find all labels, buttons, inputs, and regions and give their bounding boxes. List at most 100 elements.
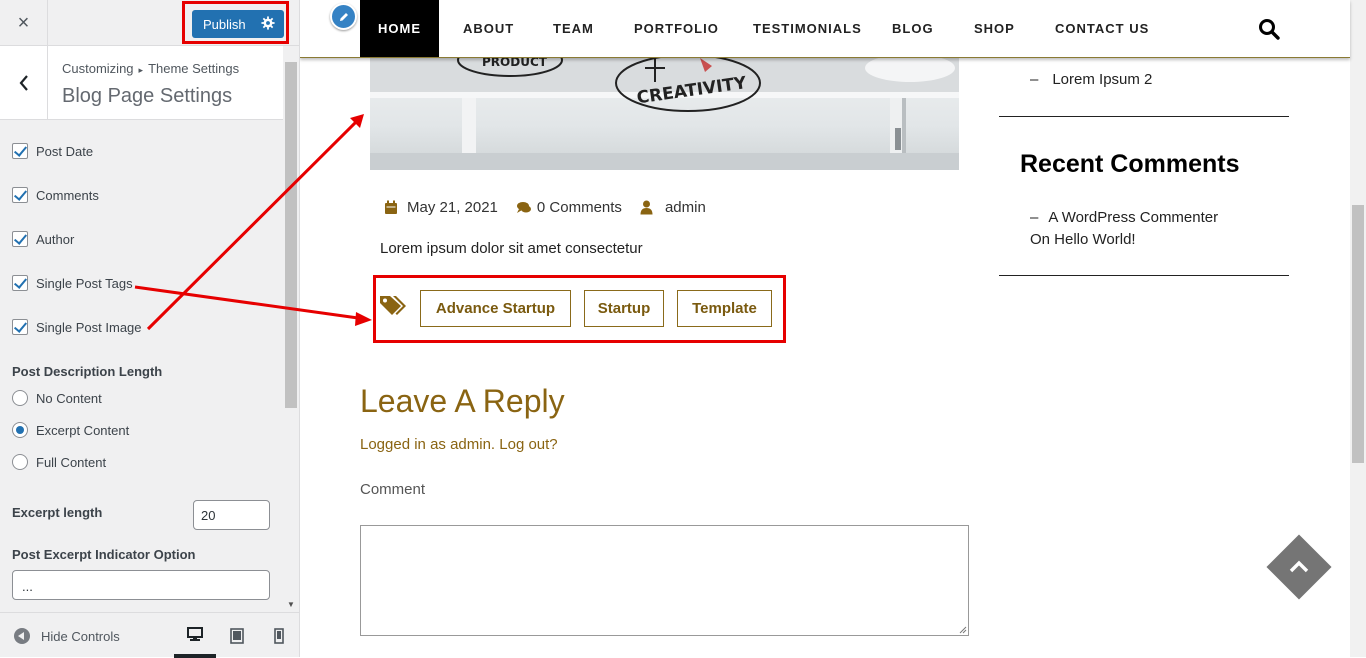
desktop-preview-button[interactable] bbox=[174, 613, 216, 658]
recent-comment-author-link[interactable]: A WordPress Commenter bbox=[1048, 209, 1218, 226]
post-meta: May 21, 2021 0 Comments admin bbox=[384, 199, 706, 216]
list-bullet: – bbox=[1030, 209, 1039, 226]
no-content-option[interactable]: No Content bbox=[12, 390, 102, 406]
preview-scroll-thumb[interactable] bbox=[1352, 205, 1364, 463]
widget-divider bbox=[999, 116, 1289, 117]
featured-image-illustration: PRODUCT CREATIVITY bbox=[370, 58, 959, 170]
post-author-link[interactable]: admin bbox=[665, 199, 706, 216]
full-content-option[interactable]: Full Content bbox=[12, 454, 106, 470]
post-tags-highlight-box: Advance Startup Startup Template bbox=[373, 275, 786, 343]
comments-checkbox[interactable] bbox=[12, 187, 28, 203]
preview-scrollbar[interactable] bbox=[1350, 0, 1366, 657]
full-content-label: Full Content bbox=[36, 454, 107, 470]
excerpt-content-radio[interactable] bbox=[12, 422, 28, 438]
single-post-tags-checkbox[interactable] bbox=[12, 275, 28, 291]
customizer-footer: Hide Controls bbox=[0, 612, 300, 658]
nav-about[interactable]: ABOUT bbox=[463, 0, 514, 57]
tablet-preview-button[interactable] bbox=[216, 613, 258, 658]
tablet-icon bbox=[230, 627, 244, 644]
gear-icon[interactable] bbox=[261, 16, 275, 30]
hide-controls-button[interactable]: Hide Controls bbox=[14, 628, 120, 644]
post-date-checkbox[interactable] bbox=[12, 143, 28, 159]
search-icon[interactable] bbox=[1258, 18, 1280, 40]
breadcrumb-parent: Theme Settings bbox=[148, 61, 240, 76]
hero-word-product: PRODUCT bbox=[482, 58, 548, 69]
comments-icon bbox=[516, 202, 531, 213]
hide-controls-label: Hide Controls bbox=[41, 628, 120, 644]
chevron-up-icon[interactable] bbox=[1285, 553, 1313, 581]
post-description-length-label: Post Description Length bbox=[12, 364, 163, 379]
single-post-tags-option[interactable]: Single Post Tags bbox=[12, 275, 133, 291]
comment-textarea[interactable] bbox=[360, 525, 969, 636]
no-content-label: No Content bbox=[36, 390, 102, 406]
nav-portfolio[interactable]: PORTFOLIO bbox=[634, 0, 719, 57]
calendar-icon bbox=[385, 200, 397, 214]
author-checkbox[interactable] bbox=[12, 231, 28, 247]
excerpt-length-label: Excerpt length bbox=[12, 505, 103, 520]
post-date-option[interactable]: Post Date bbox=[12, 143, 93, 159]
tag-advance-startup[interactable]: Advance Startup bbox=[420, 290, 571, 327]
tag-template[interactable]: Template bbox=[677, 290, 772, 327]
nav-team[interactable]: TEAM bbox=[553, 0, 594, 57]
excerpt-content-label: Excerpt Content bbox=[36, 422, 130, 438]
single-post-image-option[interactable]: Single Post Image bbox=[12, 319, 142, 335]
edit-shortcut-button[interactable] bbox=[330, 3, 357, 30]
nav-home[interactable]: HOME bbox=[360, 0, 439, 57]
nav-shop[interactable]: SHOP bbox=[974, 0, 1015, 57]
section-header: Customizing ▸ Theme Settings Blog Page Set… bbox=[0, 46, 283, 120]
post-comments-link[interactable]: 0 Comments bbox=[537, 199, 622, 216]
breadcrumb-root: Customizing bbox=[62, 61, 134, 76]
widget-list-item-label: Lorem Ipsum 2 bbox=[1052, 71, 1153, 88]
collapse-icon bbox=[14, 628, 30, 644]
comments-option[interactable]: Comments bbox=[12, 187, 99, 203]
main-navigation: HOME ABOUT TEAM PORTFOLIO TESTIMONIALS B… bbox=[300, 0, 1350, 58]
recent-comments-title: Recent Comments bbox=[1020, 150, 1240, 178]
nav-blog[interactable]: BLOG bbox=[892, 0, 934, 57]
recent-comment-target: On Hello World! bbox=[1030, 231, 1136, 248]
pencil-icon bbox=[339, 12, 348, 21]
nav-contact-us[interactable]: CONTACT US bbox=[1055, 0, 1149, 57]
user-icon bbox=[640, 200, 653, 215]
sidebar-scroll-thumb[interactable] bbox=[285, 62, 297, 408]
desktop-icon bbox=[187, 626, 203, 641]
mobile-icon bbox=[274, 627, 284, 644]
resize-handle-icon[interactable] bbox=[959, 626, 967, 634]
logged-in-link[interactable]: Logged in as admin. Log out? bbox=[360, 436, 558, 453]
breadcrumb-separator: ▸ bbox=[138, 65, 144, 75]
recent-comment-post-link[interactable]: On Hello World! bbox=[1030, 231, 1136, 248]
single-post-image-label: Single Post Image bbox=[36, 319, 142, 335]
excerpt-content-option[interactable]: Excerpt Content bbox=[12, 422, 129, 438]
comment-label: Comment bbox=[360, 481, 426, 498]
single-post-tags-label: Single Post Tags bbox=[36, 275, 133, 291]
post-date: May 21, 2021 bbox=[407, 199, 498, 216]
section-title: Blog Page Settings bbox=[62, 85, 233, 107]
back-button[interactable] bbox=[0, 46, 48, 120]
publish-label: Publish bbox=[203, 16, 246, 32]
breadcrumb: Customizing ▸ Theme Settings bbox=[62, 61, 239, 76]
mobile-preview-button[interactable] bbox=[258, 613, 300, 658]
author-option[interactable]: Author bbox=[12, 231, 74, 247]
recent-comment-item: – A WordPress Commenter bbox=[1030, 209, 1218, 226]
post-excerpt: Lorem ipsum dolor sit amet consectetur bbox=[380, 240, 643, 257]
tag-startup[interactable]: Startup bbox=[584, 290, 664, 327]
scroll-down-arrow-icon[interactable]: ▼ bbox=[287, 600, 295, 609]
customizer-header: × Publish bbox=[0, 0, 299, 46]
customizer-sidebar: × Publish Customizing ▸ Theme Settings B… bbox=[0, 0, 300, 658]
full-content-radio[interactable] bbox=[12, 454, 28, 470]
tags-icon bbox=[380, 296, 406, 315]
comments-label: Comments bbox=[36, 187, 99, 203]
publish-button[interactable]: Publish bbox=[192, 10, 284, 38]
excerpt-indicator-input[interactable]: ... bbox=[12, 570, 270, 600]
no-content-radio[interactable] bbox=[12, 390, 28, 406]
sidebar-scrollbar[interactable]: ▼ bbox=[284, 46, 299, 612]
single-post-image-checkbox[interactable] bbox=[12, 319, 28, 335]
widget-list-item[interactable]: – Lorem Ipsum 2 bbox=[1030, 71, 1152, 88]
close-customizer-button[interactable]: × bbox=[0, 0, 48, 46]
site-preview: HOME ABOUT TEAM PORTFOLIO TESTIMONIALS B… bbox=[300, 0, 1366, 657]
list-bullet: – bbox=[1030, 71, 1039, 88]
widget-divider bbox=[999, 275, 1289, 276]
excerpt-length-input[interactable]: 20 bbox=[193, 500, 270, 530]
leave-a-reply-heading: Leave A Reply bbox=[360, 383, 565, 419]
nav-testimonials[interactable]: TESTIMONIALS bbox=[753, 0, 862, 57]
post-featured-image: PRODUCT CREATIVITY bbox=[370, 58, 959, 170]
